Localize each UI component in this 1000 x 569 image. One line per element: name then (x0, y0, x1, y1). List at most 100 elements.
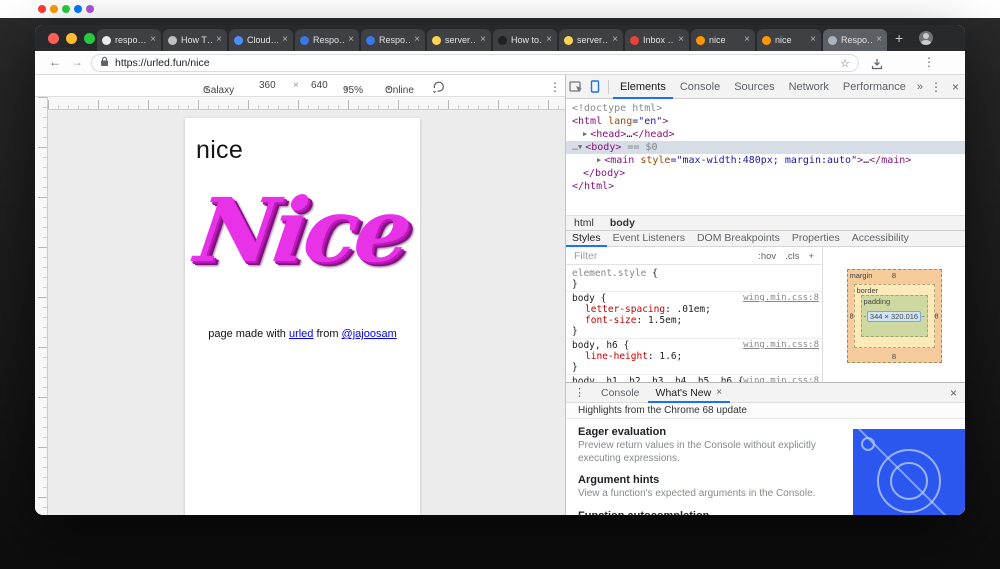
css-rules: element.style { } wing.min.css:8 body { … (566, 265, 822, 382)
tab-event-listeners[interactable]: Event Listeners (607, 230, 691, 247)
tab-label: Respo… (841, 35, 872, 45)
style-rule-body-h6[interactable]: wing.min.css:8 body, h6 { line-height: 1… (566, 339, 822, 375)
new-rule-button[interactable]: + (808, 251, 814, 262)
tab-close-icon[interactable]: × (744, 35, 750, 45)
device-toolbar-toggle-icon[interactable] (589, 80, 601, 93)
drawer-menu-icon[interactable]: ⋮ (574, 386, 585, 399)
device-height-field[interactable]: 640 (311, 80, 328, 91)
dom-node-body-selected[interactable]: …▼ <body> == $0 (566, 141, 965, 154)
browser-tab[interactable]: nice × (757, 29, 821, 51)
style-rule-element[interactable]: element.style { } (566, 267, 822, 292)
tab-dom-breakpoints[interactable]: DOM Breakpoints (691, 230, 786, 247)
drawer-close-icon[interactable]: × (950, 386, 957, 400)
tab-styles[interactable]: Styles (566, 230, 607, 247)
toolbar-divider (608, 79, 609, 94)
browser-tab[interactable]: server… × (559, 29, 623, 51)
breadcrumb-html[interactable]: html (574, 217, 594, 229)
tab-close-icon[interactable]: × (414, 35, 420, 45)
tab-properties[interactable]: Properties (786, 230, 846, 247)
stylesheet-link[interactable]: wing.min.css:8 (743, 340, 819, 351)
box-model-border: border padding - - 344 × 320.016 (853, 284, 935, 348)
close-window-button[interactable] (48, 33, 59, 44)
new-tab-button[interactable]: + (895, 30, 903, 46)
drawer-tab-whats-new[interactable]: What's New × (648, 383, 731, 403)
tab-close-icon[interactable]: × (678, 35, 684, 45)
tab-close-icon[interactable]: × (810, 35, 816, 45)
downloads-tray-icon[interactable] (871, 57, 883, 75)
tab-close-icon[interactable]: × (216, 35, 222, 45)
tab-close-icon[interactable]: × (348, 35, 354, 45)
browser-tab[interactable]: How to… × (493, 29, 557, 51)
stylesheet-link[interactable]: wing.min.css:8 (743, 293, 819, 304)
browser-tab[interactable]: Cloud… × (229, 29, 293, 51)
css-property-name: font-size (585, 315, 637, 326)
tab-close-icon[interactable]: × (612, 35, 618, 45)
dom-breadcrumb: html body (566, 215, 965, 230)
address-bar[interactable]: https://urled.fun/nice ☆ (91, 54, 859, 72)
expand-arrow-icon[interactable]: ▶ (597, 156, 601, 164)
nice-logo-text: Nice (189, 178, 416, 282)
menu-bar-dot (74, 5, 82, 13)
tab-close-icon[interactable]: × (876, 35, 882, 45)
forward-button[interactable]: → (71, 55, 83, 69)
dom-node-html[interactable]: <html lang="en"> (566, 115, 965, 128)
border-label: border (856, 286, 879, 295)
browser-menu-icon[interactable]: ⋮ (923, 55, 935, 69)
collapse-arrow-icon[interactable]: ▼ (578, 143, 582, 151)
browser-tab[interactable]: server… × (427, 29, 491, 51)
minimize-window-button[interactable] (66, 33, 77, 44)
dom-node-doctype[interactable]: <!doctype html> (566, 102, 965, 115)
devtools-menu-icon[interactable]: ⋮ (930, 80, 942, 94)
video-thumbnail[interactable] (853, 429, 965, 515)
close-whats-new-icon[interactable]: × (716, 383, 722, 403)
tab-sources[interactable]: Sources (727, 75, 781, 99)
browser-tab[interactable]: Respo… × (361, 29, 425, 51)
browser-tab[interactable]: How T… × (163, 29, 227, 51)
tab-network[interactable]: Network (782, 75, 836, 99)
browser-tab[interactable]: respo… × (97, 29, 161, 51)
browser-tab[interactable]: nice × (691, 29, 755, 51)
more-tabs-icon[interactable]: » (913, 81, 927, 93)
tab-label: Respo… (379, 35, 410, 45)
selector-text: element.style (572, 268, 647, 279)
tab-close-icon[interactable]: × (150, 35, 156, 45)
dom-node-body-close[interactable]: </body> (566, 167, 965, 180)
selector-text: body (572, 293, 595, 304)
browser-tab[interactable]: Respo… × (295, 29, 359, 51)
dom-node-main[interactable]: ▶ <main style="max-width:480px; margin:au… (566, 154, 965, 167)
back-button[interactable]: ← (49, 55, 61, 69)
hover-toggle[interactable]: :hov (758, 251, 776, 262)
bookmark-star-icon[interactable]: ☆ (840, 57, 850, 70)
device-toolbar-menu-icon[interactable]: ⋮ (549, 80, 561, 94)
zoom-window-button[interactable] (84, 33, 95, 44)
tab-elements[interactable]: Elements (613, 75, 673, 99)
feature-description: Preview return values in the Console wit… (578, 440, 816, 464)
tab-close-icon[interactable]: × (546, 35, 552, 45)
filter-input[interactable]: Filter (574, 250, 597, 262)
devtools-close-icon[interactable]: × (952, 80, 959, 94)
tab-performance[interactable]: Performance (836, 75, 913, 99)
style-rule-body[interactable]: wing.min.css:8 body { letter-spacing: .0… (566, 292, 822, 339)
dom-node-html-close[interactable]: </html> (566, 180, 965, 193)
jajoosam-link[interactable]: @jajoosam (342, 328, 397, 340)
style-rule-headings[interactable]: wing.min.css:8 body, h1, h2, h3, h4, h5,… (566, 375, 822, 382)
drawer-tab-console[interactable]: Console (593, 383, 648, 403)
profile-avatar[interactable] (919, 31, 933, 45)
rotate-device-icon[interactable] (432, 80, 445, 96)
browser-tab[interactable]: Inbox … × (625, 29, 689, 51)
tab-accessibility[interactable]: Accessibility (846, 230, 915, 247)
urled-link[interactable]: urled (289, 328, 313, 340)
menu-bar-dot (50, 5, 58, 13)
breadcrumb-body[interactable]: body (610, 217, 635, 229)
tab-favicon-icon (168, 35, 177, 45)
device-width-field[interactable]: 360 (259, 80, 276, 91)
dom-node-head[interactable]: ▶ <head>…</head> (566, 128, 965, 141)
tag-text: <html (572, 116, 603, 127)
class-toggle[interactable]: .cls (785, 251, 799, 262)
expand-arrow-icon[interactable]: ▶ (583, 130, 587, 138)
tab-close-icon[interactable]: × (282, 35, 288, 45)
browser-tab-active[interactable]: Respo… × (823, 29, 887, 51)
inspect-element-icon[interactable] (569, 80, 583, 93)
tab-close-icon[interactable]: × (480, 35, 486, 45)
tab-console[interactable]: Console (673, 75, 727, 99)
